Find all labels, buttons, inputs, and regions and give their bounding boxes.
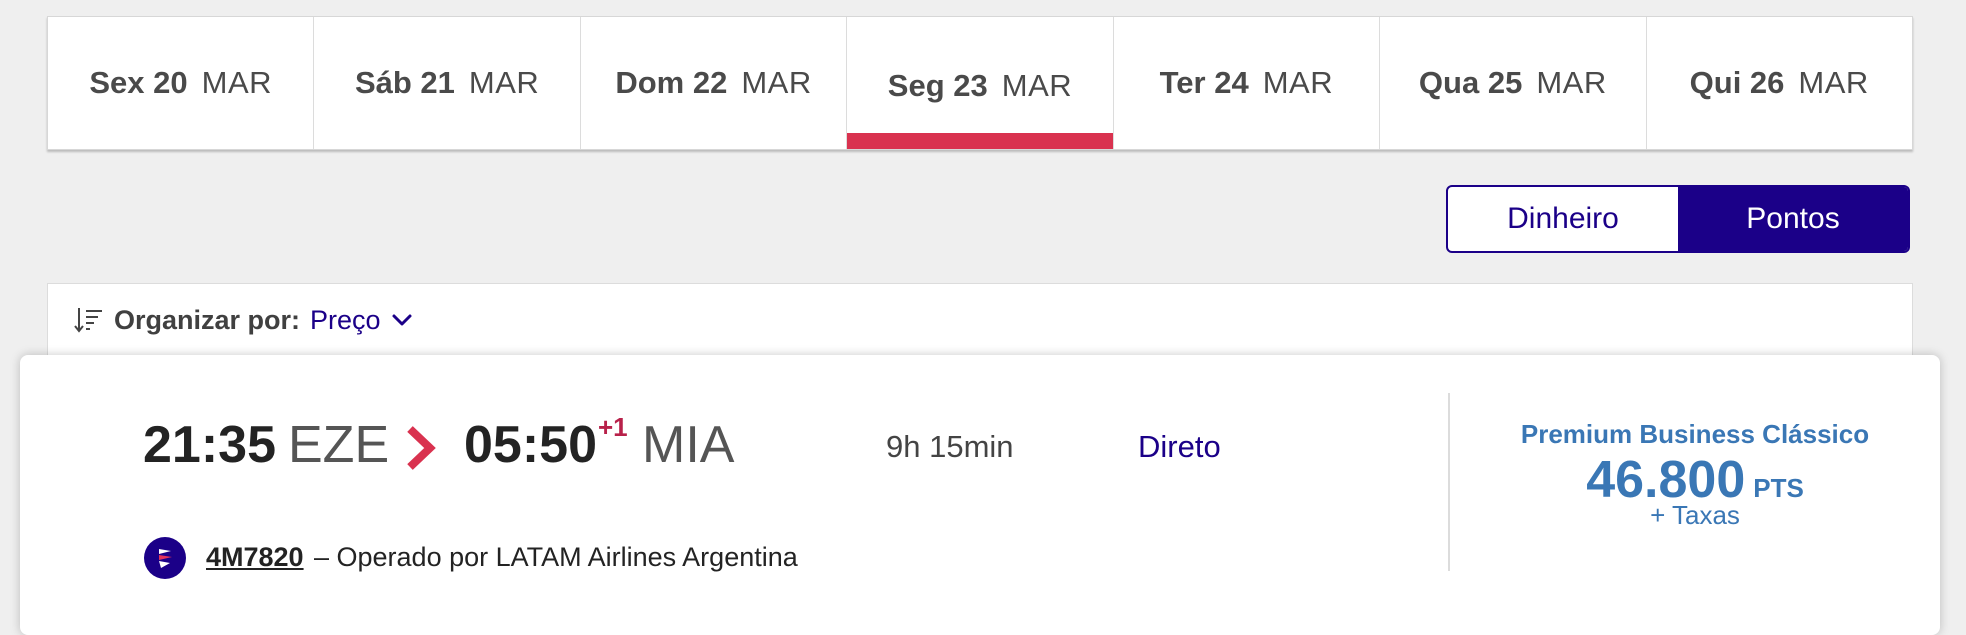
operated-by-text: – Operado por LATAM Airlines Argentina: [314, 542, 798, 572]
date-tab-month: MAR: [741, 65, 812, 100]
departure-time: 21:35: [143, 416, 276, 474]
date-tab-day: Qua 25: [1418, 65, 1523, 100]
date-tab-month: MAR: [468, 65, 540, 100]
arrival-day-offset: +1: [598, 412, 628, 442]
flight-duration: 9h 15min: [886, 429, 1014, 464]
date-tab-qua-25[interactable]: Qua 25 MAR: [1380, 17, 1647, 149]
departure-airport: EZE: [288, 416, 390, 474]
date-tab-qui-26[interactable]: Qui 26 MAR: [1647, 17, 1912, 149]
date-tab-day: Ter 24: [1159, 65, 1249, 100]
date-tab-day: Sex 20: [89, 65, 188, 100]
date-tab-day: Dom 22: [615, 65, 728, 100]
chevron-right-icon: [407, 426, 436, 470]
money-option-button[interactable]: Dinheiro: [1448, 187, 1678, 251]
date-tab-month: MAR: [1262, 65, 1334, 100]
date-selector: Sex 20 MAR Sáb 21 MAR Dom 22 MAR Seg 23 …: [47, 16, 1913, 150]
points-option-button[interactable]: Pontos: [1678, 187, 1908, 251]
date-tab-sab-21[interactable]: Sáb 21 MAR: [314, 17, 581, 149]
date-tab-day: Seg 23: [887, 68, 988, 103]
date-tab-day: Sáb 21: [354, 65, 455, 100]
flight-stops[interactable]: Direto: [1138, 429, 1221, 465]
fare-taxes: + Taxas: [1650, 500, 1740, 530]
chevron-down-icon: [392, 314, 412, 326]
date-tab-seg-23[interactable]: Seg 23 MAR: [847, 17, 1114, 149]
date-tab-month: MAR: [1001, 68, 1073, 103]
date-tab-month: MAR: [201, 65, 273, 100]
date-tab-dom-22[interactable]: Dom 22 MAR: [581, 17, 848, 149]
fare-class-name[interactable]: Premium Business Clássico: [1450, 419, 1940, 450]
currency-toggle: Dinheiro Pontos: [1446, 185, 1910, 253]
flight-card[interactable]: 21:35 EZE 05:50 +1 MIA 9h 15min Direto 4…: [20, 355, 1940, 635]
sort-icon: [74, 308, 102, 333]
date-tab-day: Qui 26: [1689, 65, 1785, 100]
sort-value: Preço: [310, 304, 381, 335]
date-tab-ter-24[interactable]: Ter 24 MAR: [1114, 17, 1381, 149]
sort-dropdown[interactable]: Preço: [310, 305, 413, 336]
flight-number-link[interactable]: 4M7820: [206, 542, 304, 573]
sort-control: Organizar por: Preço: [74, 300, 413, 340]
date-tab-sex-20[interactable]: Sex 20 MAR: [48, 17, 315, 149]
sort-label: Organizar por:: [114, 304, 301, 335]
arrival-airport: MIA: [642, 416, 735, 474]
date-tab-month: MAR: [1798, 65, 1869, 100]
fare-unit: PTS: [1753, 473, 1804, 503]
arrival-time: 05:50: [464, 416, 597, 474]
date-tab-month: MAR: [1536, 65, 1607, 100]
latam-logo-icon: [144, 537, 186, 579]
